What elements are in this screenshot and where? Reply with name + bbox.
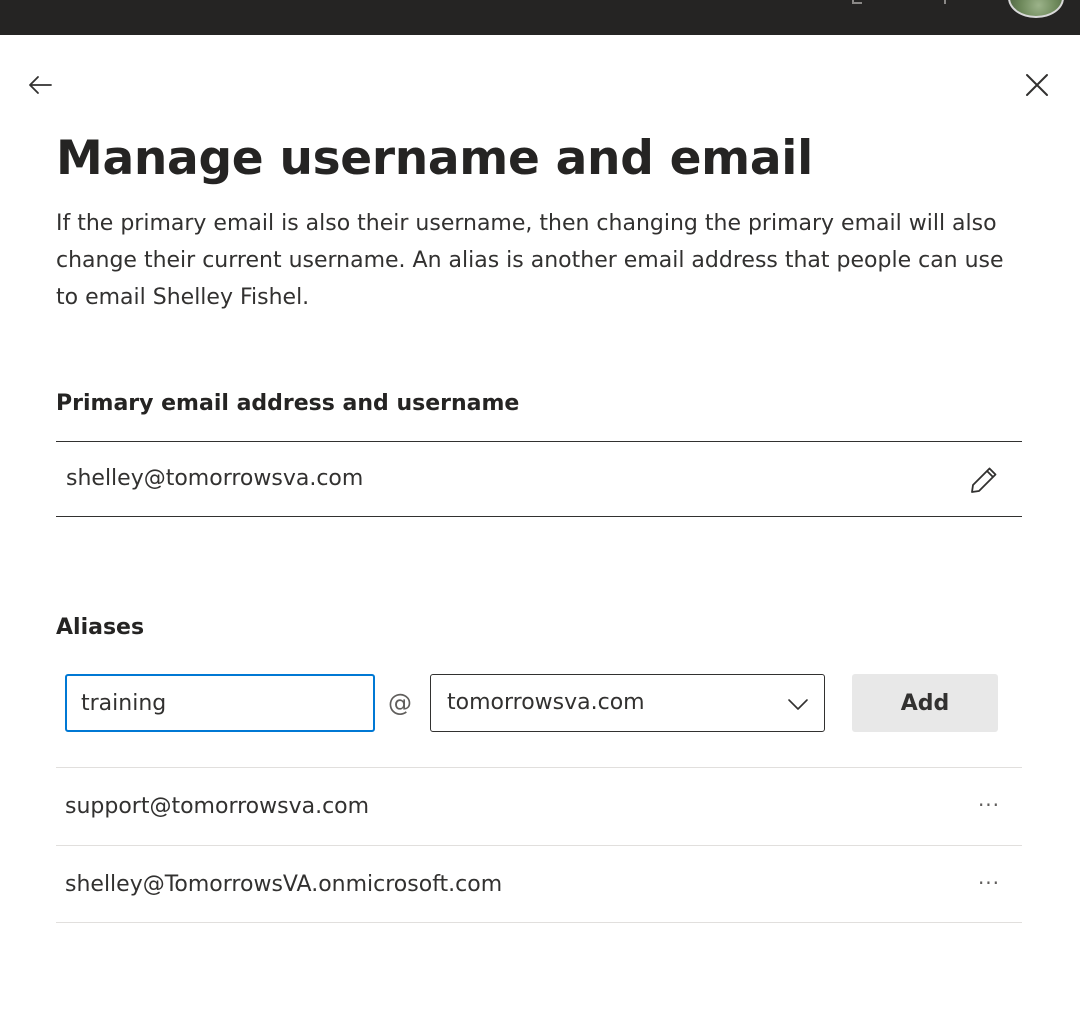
list-item: shelley@TomorrowsVA.onmicrosoft.com ··· bbox=[56, 845, 1022, 923]
top-app-bar bbox=[0, 0, 1080, 35]
arrow-left-icon bbox=[29, 76, 52, 94]
more-icon: ··· bbox=[977, 871, 1001, 895]
close-icon bbox=[1026, 74, 1048, 96]
settings-icon[interactable] bbox=[852, 0, 862, 4]
more-options-button[interactable]: ··· bbox=[972, 788, 1006, 822]
primary-email-row: shelley@tomorrowsva.com bbox=[56, 441, 1022, 517]
alias-list: support@tomorrowsva.com ··· shelley@Tomo… bbox=[56, 767, 1022, 923]
domain-dropdown[interactable]: tomorrowsva.com bbox=[430, 674, 825, 732]
help-icon[interactable] bbox=[944, 0, 946, 4]
more-options-button[interactable]: ··· bbox=[972, 866, 1006, 900]
primary-email-label: Primary email address and username bbox=[56, 391, 520, 416]
close-button[interactable] bbox=[1019, 67, 1055, 103]
primary-email-value: shelley@tomorrowsva.com bbox=[66, 466, 364, 491]
avatar[interactable] bbox=[1008, 0, 1064, 18]
page-title: Manage username and email bbox=[56, 131, 813, 186]
list-item: support@tomorrowsva.com ··· bbox=[56, 767, 1022, 845]
add-alias-button[interactable]: Add bbox=[852, 674, 998, 732]
back-button[interactable] bbox=[22, 67, 58, 103]
alias-address: support@tomorrowsva.com bbox=[65, 794, 370, 819]
chevron-down-icon bbox=[788, 699, 808, 710]
page-description: If the primary email is also their usern… bbox=[56, 211, 1004, 310]
pencil-icon bbox=[971, 467, 997, 493]
alias-input[interactable] bbox=[65, 674, 375, 732]
edit-primary-email-button[interactable] bbox=[964, 460, 1004, 500]
at-sign: @ bbox=[388, 689, 412, 717]
domain-selected-value: tomorrowsva.com bbox=[447, 690, 645, 715]
aliases-label: Aliases bbox=[56, 615, 145, 640]
alias-address: shelley@TomorrowsVA.onmicrosoft.com bbox=[65, 872, 503, 897]
more-icon: ··· bbox=[977, 793, 1001, 817]
manage-username-panel: Manage username and email If the primary… bbox=[0, 35, 1080, 1027]
